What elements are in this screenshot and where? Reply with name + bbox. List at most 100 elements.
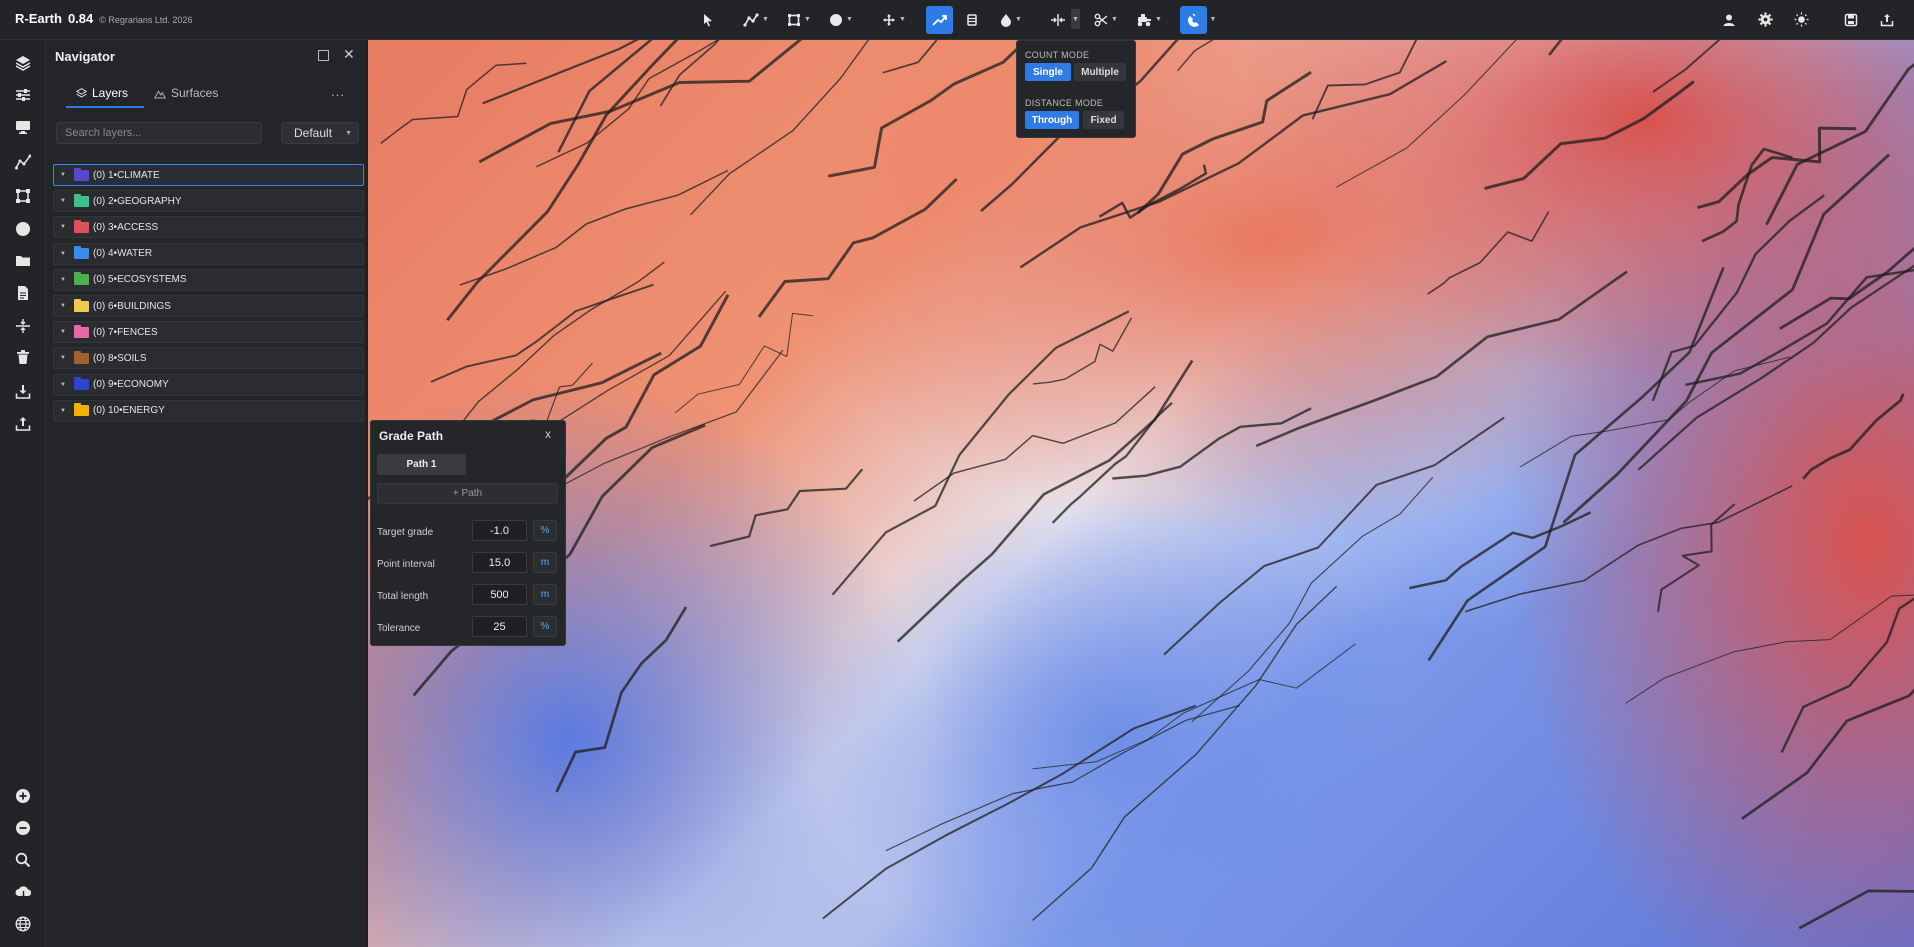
chevron-down-icon: ▼ [345, 129, 352, 137]
maximize-icon[interactable] [318, 50, 329, 61]
distance-fixed-button[interactable]: Fixed [1083, 111, 1124, 129]
count-multiple-button[interactable]: Multiple [1074, 63, 1126, 81]
profile-button[interactable] [13, 152, 33, 172]
adjust-button[interactable] [13, 85, 33, 105]
layer-row[interactable]: ▼ (0) 3•ACCESS [53, 216, 364, 239]
expand-icon[interactable]: ▼ [56, 224, 70, 230]
expand-icon[interactable]: ▼ [56, 277, 70, 283]
tolerance-input[interactable]: 25 [472, 616, 527, 637]
folder-icon [74, 324, 89, 338]
zoom-out-button[interactable] [13, 818, 33, 838]
download-button[interactable] [13, 382, 33, 402]
contour-line [1548, 40, 1563, 56]
circle-button[interactable] [13, 219, 33, 239]
count-single-button[interactable]: Single [1025, 63, 1071, 81]
layer-row[interactable]: ▼ (0) 5•ECOSYSTEMS [53, 268, 364, 291]
folder-button[interactable] [13, 251, 33, 271]
grade-path-panel: Grade Path x Path 1 + Path Target grade … [370, 420, 566, 646]
terrain-map[interactable] [368, 40, 1914, 947]
layer-label: (0) 5•ECOSYSTEMS [93, 274, 187, 286]
export-button[interactable] [1877, 8, 1897, 31]
layer-row[interactable]: ▼ (0) 1•CLIMATE [53, 164, 364, 186]
circle-icon [16, 222, 30, 236]
split-icon [1051, 13, 1065, 26]
layers-button[interactable] [13, 53, 33, 73]
move-tool-button[interactable]: ▼ [878, 8, 910, 31]
chevron-down-icon: ▼ [899, 16, 906, 23]
tractor-tool-button[interactable]: ▼ [1133, 8, 1165, 31]
close-icon[interactable]: ✕ [343, 46, 355, 63]
polyline-tool-button[interactable]: ▼ [740, 8, 772, 31]
upload-button[interactable] [13, 414, 33, 434]
save-button[interactable] [1841, 8, 1861, 31]
grade-path-tool-button[interactable] [926, 6, 953, 34]
tolerance-unit[interactable]: % [533, 616, 557, 637]
display-button[interactable] [13, 117, 33, 137]
search-layers-input[interactable]: Search layers... [56, 122, 262, 144]
layer-row[interactable]: ▼ (0) 4•WATER [53, 242, 364, 265]
count-mode-label: COUNT MODE [1025, 50, 1090, 60]
select-tool-button[interactable] [698, 8, 718, 31]
expand-icon[interactable]: ▼ [56, 408, 70, 414]
line-chart-icon [15, 154, 31, 170]
cloud-download-button[interactable] [13, 882, 33, 902]
expand-icon[interactable]: ▼ [56, 355, 70, 361]
nodes-button[interactable] [13, 186, 33, 206]
layer-set-select[interactable]: Default ▼ [281, 122, 359, 144]
expand-icon[interactable]: ▼ [56, 303, 70, 309]
target-grade-input[interactable]: -1.0 [472, 520, 527, 541]
close-icon[interactable]: x [545, 427, 551, 441]
target-grade-unit[interactable]: % [533, 520, 557, 541]
monitor-icon [16, 121, 30, 134]
cut-tool-button[interactable]: ▼ [1090, 8, 1122, 31]
water-tool-button[interactable]: ▼ [995, 8, 1027, 31]
expand-icon[interactable]: ▼ [56, 382, 70, 388]
point-interval-input[interactable]: 15.0 [472, 552, 527, 573]
tab-layers[interactable]: Layers [76, 86, 128, 100]
expand-icon[interactable]: ▼ [56, 251, 70, 257]
point-interval-unit[interactable]: m [533, 552, 557, 573]
layer-row[interactable]: ▼ (0) 2•GEOGRAPHY [53, 190, 364, 213]
settings-button[interactable] [1755, 8, 1775, 31]
total-length-unit[interactable]: m [533, 584, 557, 605]
circle-tool-button[interactable]: ▼ [825, 8, 857, 31]
globe-button[interactable] [13, 914, 33, 934]
mode-popup: COUNT MODE Single Multiple DISTANCE MODE… [1016, 40, 1136, 138]
layer-row[interactable]: ▼ (0) 10•ENERGY [53, 399, 364, 422]
user-button[interactable] [1719, 8, 1739, 31]
polygon-tool-button[interactable]: ▼ [783, 8, 815, 31]
contour-line [1741, 688, 1914, 820]
snap-tool-button[interactable] [1180, 6, 1207, 34]
contour-line [831, 310, 1130, 596]
layer-row[interactable]: ▼ (0) 6•BUILDINGS [53, 295, 364, 317]
contour-line [709, 468, 864, 548]
zoom-in-button[interactable] [13, 786, 33, 806]
contour-line [1802, 393, 1905, 480]
snap-dropdown-button[interactable]: ▼ [1208, 8, 1218, 31]
split-vertical-icon [16, 319, 30, 333]
layer-row[interactable]: ▼ (0) 8•SOILS [53, 347, 364, 370]
document-button[interactable] [13, 283, 33, 303]
distance-mode-label: DISTANCE MODE [1025, 98, 1104, 108]
contour-line [1484, 80, 1695, 190]
more-options-button[interactable]: ... [331, 84, 345, 99]
expand-icon[interactable]: ▼ [56, 198, 70, 204]
folder-icon [74, 403, 89, 417]
add-path-button[interactable]: + Path [377, 483, 558, 504]
search-button[interactable] [13, 850, 33, 870]
tab-surfaces[interactable]: Surfaces [154, 86, 218, 100]
split-vertical-button[interactable] [13, 316, 33, 336]
theme-toggle-button[interactable] [1791, 8, 1811, 31]
drum-tool-button[interactable] [962, 8, 982, 31]
layer-row[interactable]: ▼ (0) 9•ECONOMY [53, 373, 364, 396]
expand-icon[interactable]: ▼ [56, 329, 70, 335]
total-length-input[interactable]: 500 [472, 584, 527, 605]
distance-through-button[interactable]: Through [1025, 111, 1079, 129]
split-tool-button[interactable] [1048, 8, 1068, 31]
layer-row[interactable]: ▼ (0) 7•FENCES [53, 321, 364, 344]
path-1-tab[interactable]: Path 1 [377, 454, 466, 475]
contour-line [478, 40, 803, 164]
delete-button[interactable] [13, 347, 33, 367]
split-dropdown-button[interactable]: ▼ [1071, 9, 1080, 29]
expand-icon[interactable]: ▼ [56, 172, 70, 178]
